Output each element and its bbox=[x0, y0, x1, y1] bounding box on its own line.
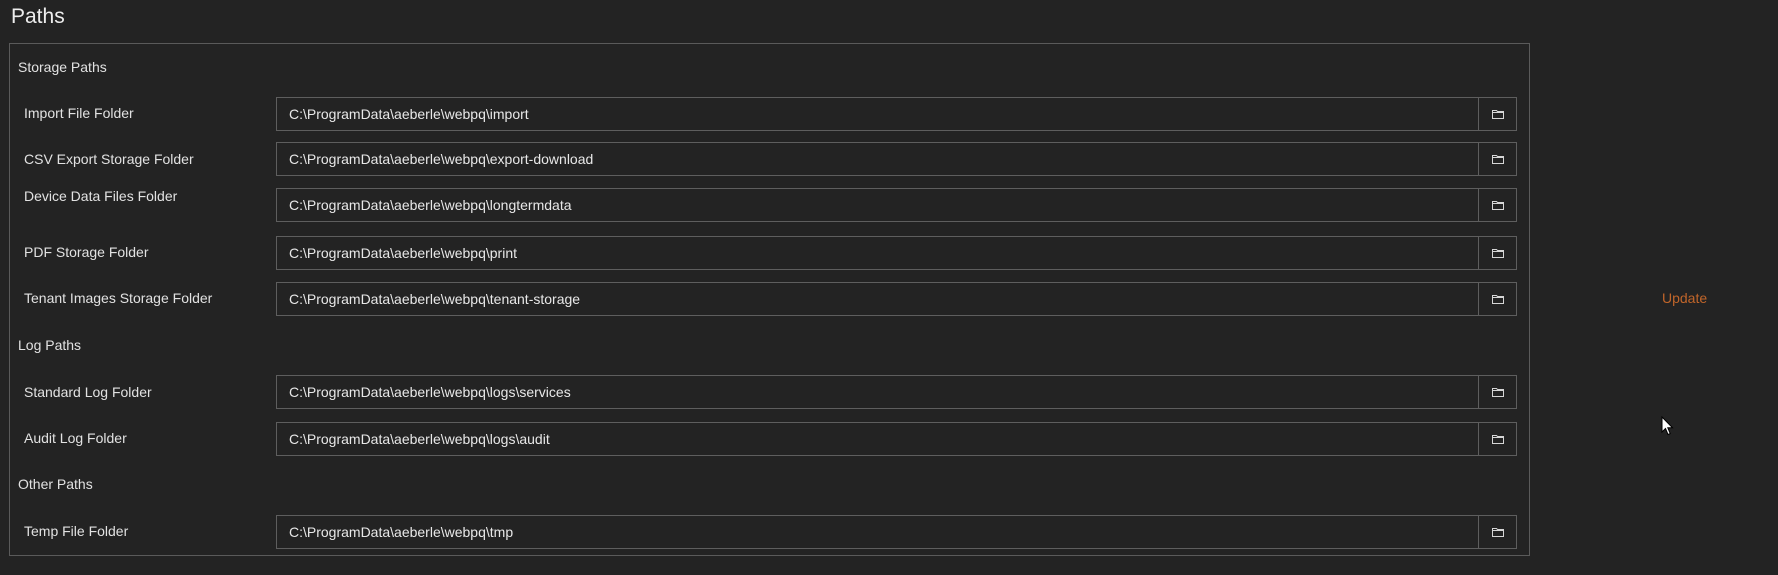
label-pdf-storage-folder: PDF Storage Folder bbox=[24, 244, 149, 260]
page-title: Paths bbox=[11, 5, 65, 28]
temp-file-folder-field: C:\ProgramData\aeberle\webpq\tmp bbox=[276, 515, 1517, 549]
label-standard-log-folder: Standard Log Folder bbox=[24, 384, 152, 400]
folder-icon bbox=[1491, 528, 1504, 537]
device-data-files-folder-browse-button[interactable] bbox=[1478, 189, 1516, 221]
pdf-storage-folder-browse-button[interactable] bbox=[1478, 237, 1516, 269]
folder-icon bbox=[1491, 155, 1504, 164]
folder-icon bbox=[1491, 110, 1504, 119]
folder-icon bbox=[1491, 249, 1504, 258]
label-temp-file-folder: Temp File Folder bbox=[24, 523, 129, 539]
label-import-file-folder: Import File Folder bbox=[24, 105, 134, 121]
label-audit-log-folder: Audit Log Folder bbox=[24, 430, 127, 446]
device-data-files-folder-field: C:\ProgramData\aeberle\webpq\longtermdat… bbox=[276, 188, 1517, 222]
tenant-images-storage-folder-input[interactable]: C:\ProgramData\aeberle\webpq\tenant-stor… bbox=[277, 283, 1478, 315]
standard-log-folder-field: C:\ProgramData\aeberle\webpq\logs\servic… bbox=[276, 375, 1517, 409]
temp-file-folder-input[interactable]: C:\ProgramData\aeberle\webpq\tmp bbox=[277, 516, 1478, 548]
folder-icon bbox=[1491, 295, 1504, 304]
pdf-storage-folder-input[interactable]: C:\ProgramData\aeberle\webpq\print bbox=[277, 237, 1478, 269]
section-header-storage-paths: Storage Paths bbox=[18, 59, 107, 75]
folder-icon bbox=[1491, 388, 1504, 397]
update-link[interactable]: Update bbox=[1662, 290, 1707, 306]
pdf-storage-folder-field: C:\ProgramData\aeberle\webpq\print bbox=[276, 236, 1517, 270]
device-data-files-folder-input[interactable]: C:\ProgramData\aeberle\webpq\longtermdat… bbox=[277, 189, 1478, 221]
standard-log-folder-browse-button[interactable] bbox=[1478, 376, 1516, 408]
standard-log-folder-input[interactable]: C:\ProgramData\aeberle\webpq\logs\servic… bbox=[277, 376, 1478, 408]
csv-export-storage-folder-field: C:\ProgramData\aeberle\webpq\export-down… bbox=[276, 142, 1517, 176]
import-file-folder-input[interactable]: C:\ProgramData\aeberle\webpq\import bbox=[277, 98, 1478, 130]
audit-log-folder-browse-button[interactable] bbox=[1478, 423, 1516, 455]
tenant-images-storage-folder-field: C:\ProgramData\aeberle\webpq\tenant-stor… bbox=[276, 282, 1517, 316]
import-file-folder-browse-button[interactable] bbox=[1478, 98, 1516, 130]
label-csv-export-storage-folder: CSV Export Storage Folder bbox=[24, 151, 194, 167]
import-file-folder-field: C:\ProgramData\aeberle\webpq\import bbox=[276, 97, 1517, 131]
temp-file-folder-browse-button[interactable] bbox=[1478, 516, 1516, 548]
mouse-pointer-icon bbox=[1661, 415, 1674, 441]
section-header-other-paths: Other Paths bbox=[18, 476, 93, 492]
folder-icon bbox=[1491, 435, 1504, 444]
label-tenant-images-storage-folder: Tenant Images Storage Folder bbox=[24, 290, 213, 306]
audit-log-folder-input[interactable]: C:\ProgramData\aeberle\webpq\logs\audit bbox=[277, 423, 1478, 455]
tenant-images-storage-folder-browse-button[interactable] bbox=[1478, 283, 1516, 315]
label-device-data-files-folder: Device Data Files Folder bbox=[24, 188, 178, 204]
csv-export-storage-folder-browse-button[interactable] bbox=[1478, 143, 1516, 175]
section-header-log-paths: Log Paths bbox=[18, 337, 82, 353]
folder-icon bbox=[1491, 201, 1504, 210]
csv-export-storage-folder-input[interactable]: C:\ProgramData\aeberle\webpq\export-down… bbox=[277, 143, 1478, 175]
audit-log-folder-field: C:\ProgramData\aeberle\webpq\logs\audit bbox=[276, 422, 1517, 456]
